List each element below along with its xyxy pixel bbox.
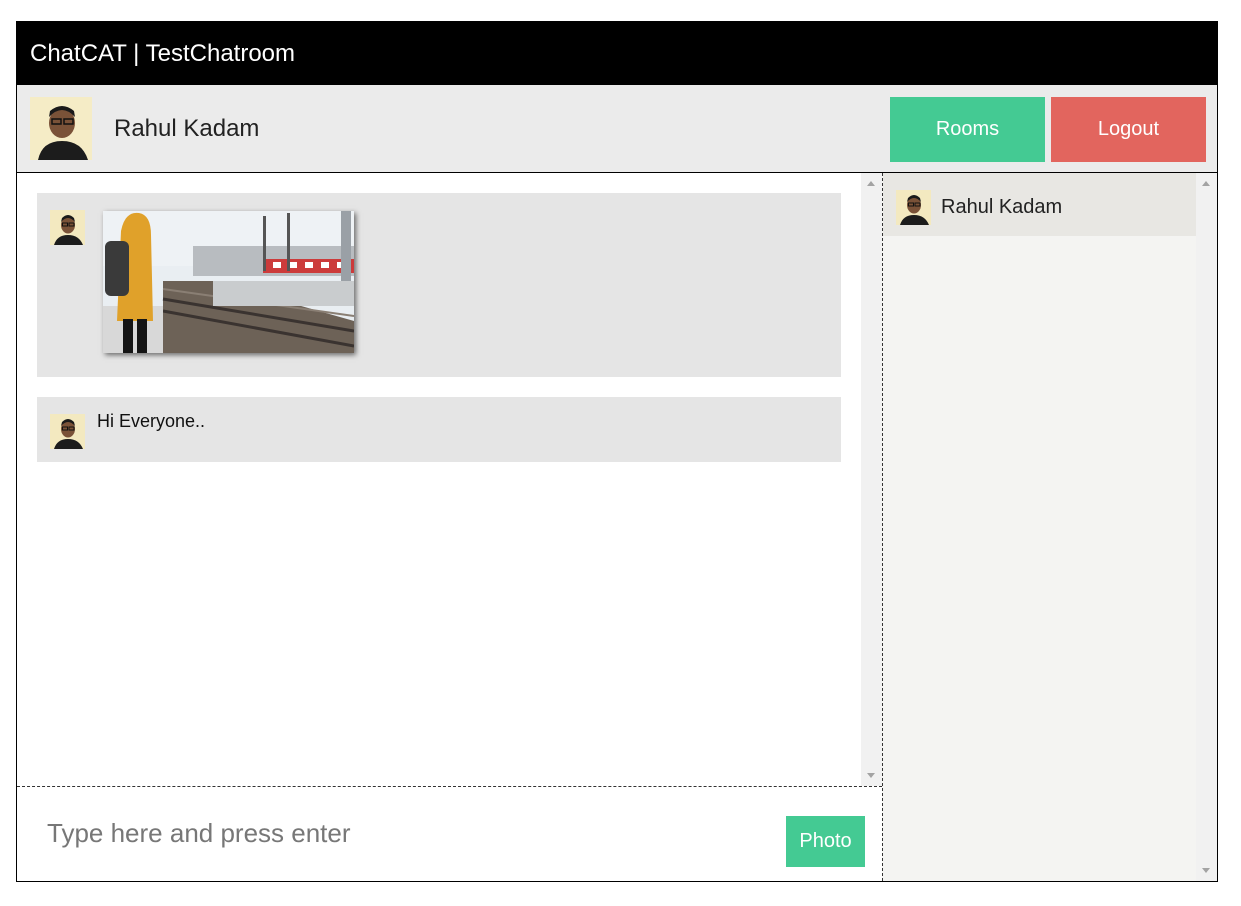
user-list-item[interactable]: Rahul Kadam	[883, 173, 1196, 236]
scroll-down-icon[interactable]	[1202, 868, 1210, 873]
chat-message-text: Hi Everyone..	[37, 397, 841, 462]
chat-app-window: ChatCAT | TestChatroom Rahul Kadam Rooms…	[16, 21, 1218, 882]
photo-button[interactable]: Photo	[786, 816, 865, 867]
user-avatar-icon	[896, 190, 931, 225]
message-text: Hi Everyone..	[97, 411, 206, 431]
sender-avatar-icon	[50, 210, 85, 245]
chat-scrollbar[interactable]	[861, 173, 882, 786]
chat-message-image	[37, 193, 841, 377]
train-platform-photo	[103, 211, 354, 353]
sender-avatar-icon	[50, 414, 85, 449]
users-scrollbar[interactable]	[1196, 173, 1217, 881]
page-title: ChatCAT | TestChatroom	[17, 22, 1217, 85]
logout-button[interactable]: Logout	[1051, 97, 1206, 162]
scroll-down-icon[interactable]	[867, 773, 875, 778]
message-input[interactable]	[47, 815, 747, 851]
user-bar: Rahul Kadam Rooms Logout	[17, 85, 1217, 173]
users-panel: Rahul Kadam	[882, 173, 1217, 881]
chat-messages-panel[interactable]: Hi Everyone..	[17, 173, 882, 786]
shared-photo[interactable]	[103, 211, 354, 353]
user-avatar-icon	[30, 97, 92, 160]
scroll-up-icon[interactable]	[867, 181, 875, 186]
rooms-button[interactable]: Rooms	[890, 97, 1045, 162]
scroll-up-icon[interactable]	[1202, 181, 1210, 186]
current-user-name: Rahul Kadam	[114, 115, 260, 142]
user-list-name: Rahul Kadam	[941, 196, 1063, 218]
message-composer: Photo	[17, 786, 882, 881]
